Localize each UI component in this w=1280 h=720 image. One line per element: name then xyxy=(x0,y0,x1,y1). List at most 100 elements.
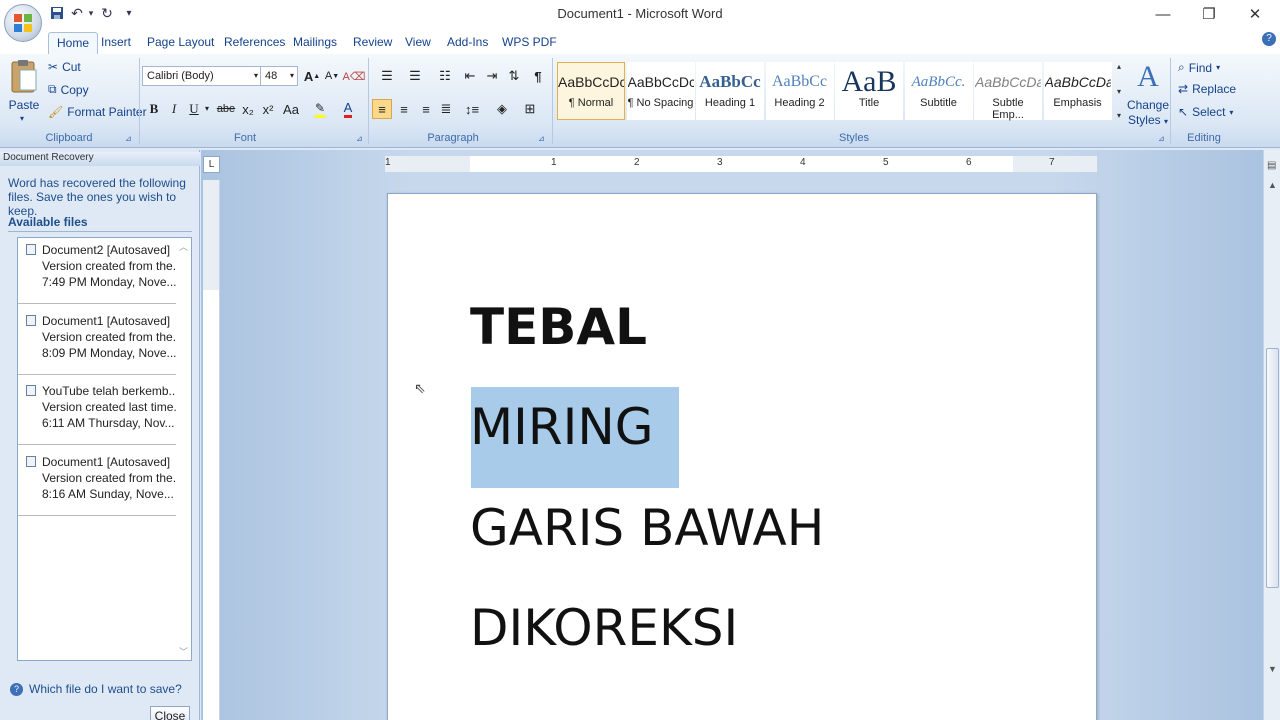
vertical-ruler[interactable] xyxy=(203,180,220,720)
clear-formatting-button[interactable]: A⌫ xyxy=(343,66,366,86)
recovered-file-item[interactable]: YouTube telah berkemb... Version created … xyxy=(18,379,176,445)
recovery-close-button[interactable]: Close xyxy=(150,706,190,720)
tab-references[interactable]: References xyxy=(216,32,293,54)
chevron-up-icon[interactable]: ︿ xyxy=(179,240,188,253)
paste-button[interactable]: Paste xyxy=(8,98,40,112)
paste-dropdown-icon[interactable]: ▾ xyxy=(20,114,24,123)
line-spacing-button[interactable]: ↕≡ xyxy=(460,99,484,119)
clipboard-group-label: Clipboard xyxy=(45,132,93,144)
tab-home[interactable]: Home xyxy=(48,32,99,54)
bullets-button[interactable]: ☰ xyxy=(374,66,400,86)
style-name: Subtitle xyxy=(920,97,957,109)
change-styles-button[interactable]: Change Styles ▾ xyxy=(1126,98,1170,129)
paste-icon[interactable] xyxy=(8,58,40,98)
tab-page-layout[interactable]: Page Layout xyxy=(139,32,222,54)
clipboard-launcher-icon[interactable]: ⊿ xyxy=(125,134,132,143)
tab-view[interactable]: View xyxy=(397,32,439,54)
document-line-bold[interactable]: TEBAL xyxy=(470,297,647,357)
select-button[interactable]: ↖ Select ▾ xyxy=(1178,105,1233,119)
subscript-button[interactable]: x₂ xyxy=(238,99,258,119)
shrink-font-button[interactable]: A ▼ xyxy=(322,66,342,86)
help-icon[interactable]: ? xyxy=(1262,32,1276,46)
document-line-italic[interactable]: MIRING xyxy=(470,397,654,457)
style-tile-1[interactable]: AaBbCcDc ¶ Normal xyxy=(557,62,625,120)
style-tile-7[interactable]: AaBbCcDa Subtle Emp... xyxy=(974,62,1042,121)
style-tile-4[interactable]: AaBbCc Heading 2 xyxy=(765,62,834,120)
replace-icon: ⇄ xyxy=(1178,82,1189,96)
multilevel-list-button[interactable]: ☷ xyxy=(432,66,458,86)
tab-wps-pdf[interactable]: WPS PDF xyxy=(494,32,565,54)
style-preview: AaBbCcDa xyxy=(1044,74,1111,90)
horizontal-ruler[interactable]: 1 1 2 3 4 5 6 7 xyxy=(385,156,1097,172)
minimize-button[interactable]: — xyxy=(1140,0,1186,28)
numbering-button[interactable]: ☰ xyxy=(402,66,428,86)
grow-font-button[interactable]: A ▲ xyxy=(302,66,322,86)
font-name-box[interactable]: Calibri (Body) ▾ xyxy=(142,66,262,86)
ruler-number: 2 xyxy=(634,157,640,168)
align-center-button[interactable]: ≡ xyxy=(394,99,414,119)
document-line-underline[interactable]: GARIS BAWAH xyxy=(470,498,824,558)
restore-button[interactable]: ❐ xyxy=(1186,0,1232,28)
align-right-button[interactable]: ≡ xyxy=(416,99,436,119)
recovered-file-item[interactable]: Document1 [Autosaved] Version created fro… xyxy=(18,309,176,375)
document-line-corrected[interactable]: DIKOREKSI xyxy=(470,598,738,658)
office-button[interactable] xyxy=(4,4,42,42)
style-tile-5[interactable]: AaB Title xyxy=(835,62,903,120)
underline-button[interactable]: U xyxy=(184,99,204,119)
scroll-up-icon[interactable]: ▲ xyxy=(1268,180,1277,190)
style-tile-6[interactable]: AaBbCc. Subtitle xyxy=(904,62,973,120)
ruler-toggle-icon[interactable]: ▤ xyxy=(1267,160,1276,171)
show-formatting-button[interactable]: ¶ xyxy=(528,66,548,86)
scroll-down-icon[interactable]: ▼ xyxy=(1268,664,1277,674)
style-preview: AaBbCc xyxy=(771,73,828,90)
paragraph-launcher-icon[interactable]: ⊿ xyxy=(538,134,545,143)
italic-button[interactable]: I xyxy=(164,99,184,119)
scissors-icon: ✂ xyxy=(48,60,59,74)
replace-button[interactable]: ⇄ Replace xyxy=(1178,82,1236,96)
styles-gallery-scroll[interactable]: ▴ ▾ ▾ xyxy=(1112,62,1126,120)
shading-button[interactable]: ◈ xyxy=(490,99,514,119)
replace-label: Replace xyxy=(1192,82,1237,96)
divider xyxy=(8,231,192,232)
scrollbar-thumb[interactable] xyxy=(1266,348,1279,588)
align-left-button[interactable]: ≡ xyxy=(372,99,392,119)
format-painter-button[interactable]: 🖌 Format Painter xyxy=(48,105,147,119)
underline-dropdown-icon[interactable]: ▾ xyxy=(205,104,209,113)
highlight-button[interactable]: ✎ xyxy=(310,99,330,119)
tab-insert[interactable]: Insert xyxy=(93,32,139,54)
superscript-button[interactable]: x² xyxy=(258,99,278,119)
chevron-down-icon[interactable]: ﹀ xyxy=(179,645,188,658)
strikethrough-button[interactable]: abe xyxy=(214,99,238,119)
change-case-button[interactable]: Aa xyxy=(280,99,302,119)
style-tile-8[interactable]: AaBbCcDa Emphasis xyxy=(1043,62,1112,120)
vertical-scrollbar[interactable]: ▤ ▲ ▼ xyxy=(1263,150,1280,720)
tab-add-ins[interactable]: Add-Ins xyxy=(439,32,496,54)
styles-launcher-icon[interactable]: ⊿ xyxy=(1158,134,1165,143)
tab-mailings[interactable]: Mailings xyxy=(285,32,345,54)
document-icon xyxy=(26,314,36,326)
recovery-list-scrollbar[interactable]: ︿ ﹀ xyxy=(175,238,191,660)
justify-button[interactable]: ≣ xyxy=(436,99,456,119)
recovered-files-list[interactable]: Document2 [Autosaved] Version created fro… xyxy=(17,237,192,661)
close-window-button[interactable]: ✕ xyxy=(1232,0,1278,28)
bold-button[interactable]: B xyxy=(144,99,164,119)
recovered-file-item[interactable]: Document1 [Autosaved] Version created fro… xyxy=(18,450,176,516)
decrease-indent-button[interactable]: ⇤ xyxy=(460,66,480,86)
paragraph-group-label: Paragraph xyxy=(427,132,479,144)
recovered-file-item[interactable]: Document2 [Autosaved] Version created fro… xyxy=(18,238,176,304)
copy-button[interactable]: ⧉ Copy xyxy=(48,82,89,97)
which-file-help-link[interactable]: ? Which file do I want to save? xyxy=(10,682,182,696)
sort-button[interactable]: ⇅ xyxy=(504,66,524,86)
font-size-box[interactable]: 48 ▾ xyxy=(260,66,298,86)
find-button[interactable]: ⌕ Find ▾ xyxy=(1178,60,1220,75)
style-tile-2[interactable]: AaBbCcDc ¶ No Spacing xyxy=(626,62,695,120)
borders-button[interactable]: ⊞ xyxy=(518,99,542,119)
tab-selector-button[interactable]: L xyxy=(203,156,220,173)
style-tile-3[interactable]: AaBbCc Heading 1 xyxy=(696,62,764,120)
increase-indent-button[interactable]: ⇥ xyxy=(482,66,502,86)
cursor-arrow-icon: ↖ xyxy=(1178,105,1189,119)
cut-button[interactable]: ✂ Cut xyxy=(48,60,81,74)
font-launcher-icon[interactable]: ⊿ xyxy=(356,134,363,143)
font-color-button[interactable]: A xyxy=(338,99,358,119)
tab-review[interactable]: Review xyxy=(345,32,400,54)
